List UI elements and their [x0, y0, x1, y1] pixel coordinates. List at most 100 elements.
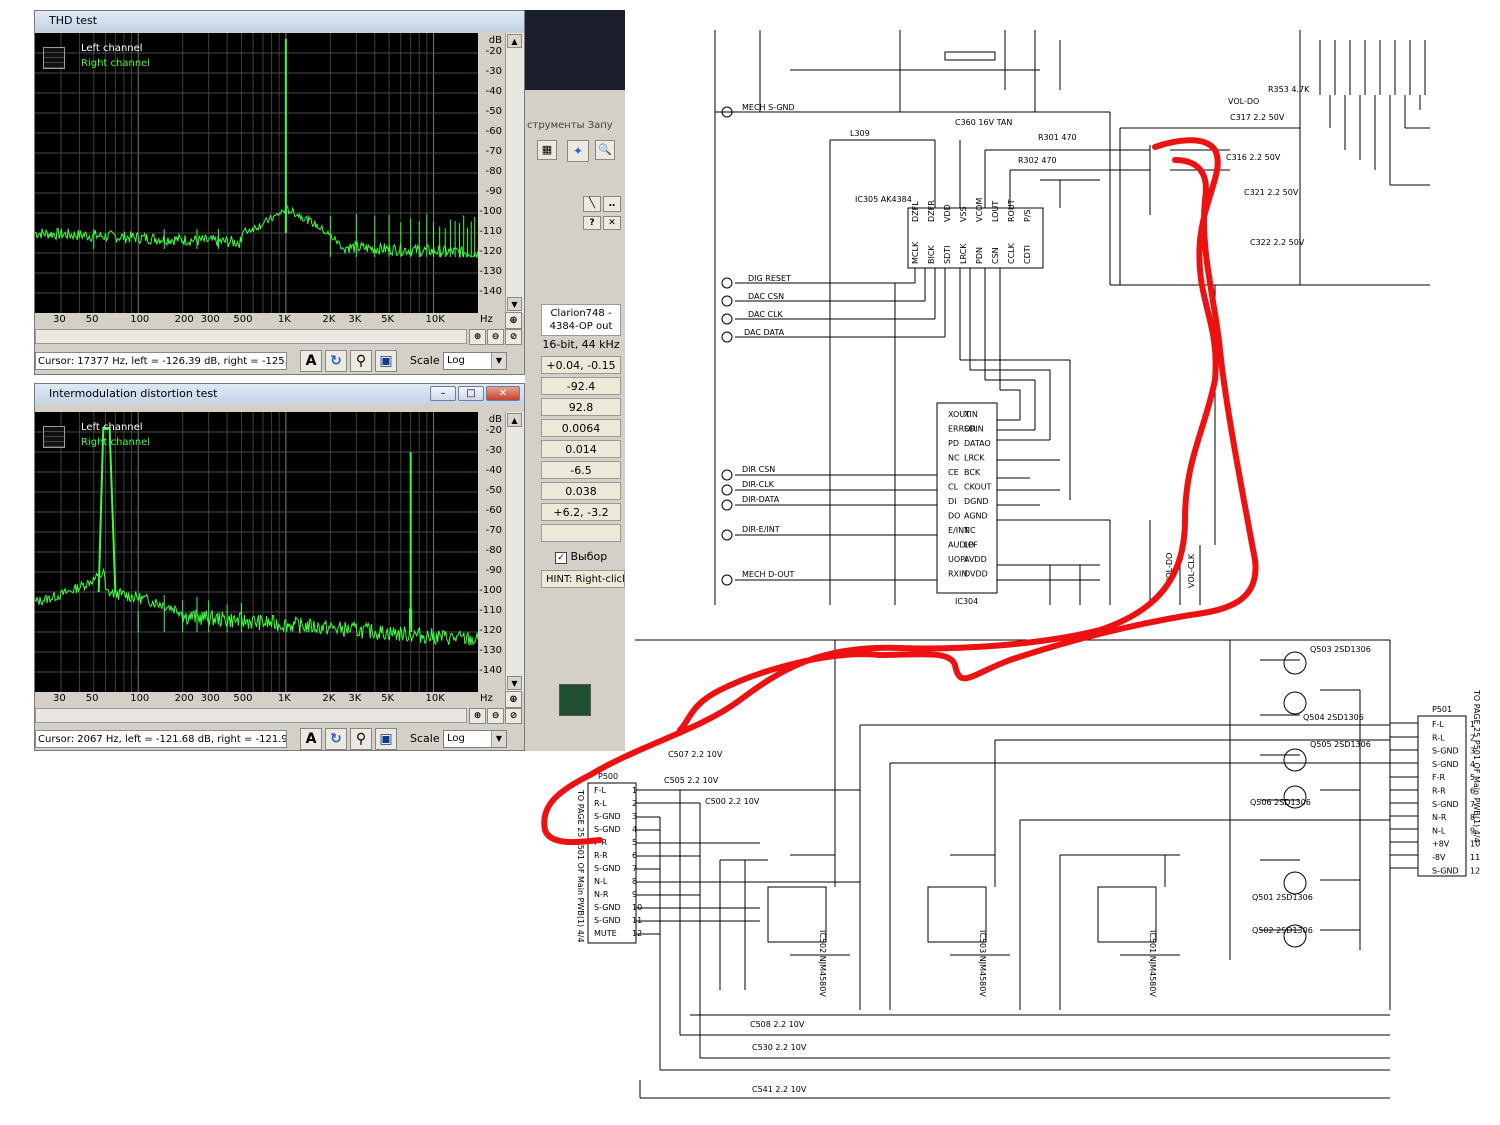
probe-icon[interactable]: ⚲ [350, 728, 372, 750]
zoom-reset-icon[interactable]: ⊘ [505, 708, 522, 724]
zoom-reset-icon[interactable]: ⊘ [505, 329, 522, 345]
label-c507: C507 2.2 10V [668, 750, 723, 759]
zoom-in-icon[interactable]: ⊕ [505, 312, 522, 329]
label-r353: R353 4.7K [1268, 85, 1310, 94]
p500-pin-number: 3 [632, 812, 637, 821]
help-icon[interactable]: ? [583, 216, 601, 230]
spectrum-icon[interactable] [559, 684, 591, 716]
thd-y-tick-label: -110 [479, 226, 502, 237]
thd-title-bar[interactable]: THD test [35, 11, 524, 31]
ic305-pin-label: VCOM [975, 198, 984, 222]
ic305-pin-label: VDD [943, 204, 952, 222]
zoom-in-x-icon[interactable]: ⊕ [469, 329, 486, 345]
imd-window-controls: – □ ✕ [430, 386, 520, 401]
p500-pin-label: S-GND [594, 864, 621, 873]
font-icon[interactable]: A [300, 350, 322, 372]
imd-x-tick-label: 100 [130, 693, 150, 704]
zoom-out-x-icon[interactable]: ⊖ [487, 708, 504, 724]
refresh-icon[interactable]: ↻ [325, 728, 347, 750]
ic304-pin-label: CL [948, 483, 959, 492]
save-icon[interactable]: ▣ [375, 350, 397, 372]
toolbar-menu-fragment[interactable]: струменты Запу [527, 120, 625, 131]
thd-x-tick-label: 50 [85, 314, 99, 325]
zoom-out-x-icon[interactable]: ⊖ [487, 329, 504, 345]
imd-y-tick-label: -60 [485, 505, 502, 516]
label-dir-csn: DIR CSN [742, 465, 775, 474]
zoom-in-icon[interactable]: ⊕ [505, 691, 522, 708]
chevron-down-icon[interactable]: ▼ [491, 731, 506, 747]
more-icon[interactable]: ‥ [603, 196, 621, 212]
checkbox-icon[interactable]: ✓ [555, 552, 567, 564]
label-r302: R302 470 [1018, 156, 1057, 165]
ic304-pin-labels: XOUTERRORPDNCCECLDIDOE/INTAUDIOUOPIRXINX… [948, 410, 992, 579]
label-p501: P501 [1432, 705, 1452, 714]
ic305-pin-label: P/S [1023, 209, 1032, 222]
refresh-icon[interactable]: ↻ [325, 350, 347, 372]
label-vol-do: VOL-DO [1228, 97, 1259, 106]
ic305-pin-label: PDN [975, 247, 984, 264]
p500-pin-number: 10 [632, 903, 642, 912]
imd-x-unit: Hz [480, 693, 493, 704]
thd-x-tick-label: 30 [53, 314, 66, 325]
grid-view-icon[interactable]: ▦ [537, 140, 557, 160]
label-p500: P500 [598, 772, 618, 781]
p501-pin-label: R-L [1432, 733, 1445, 742]
thd-y-unit: dB [488, 35, 502, 46]
ic305-pin-label: LRCK [959, 243, 968, 264]
imd-plot-area[interactable]: Left channel Right channel [35, 412, 478, 692]
imd-cursor-readout: Cursor: 2067 Hz, left = -121.68 dB, righ… [35, 730, 287, 748]
grid-toggle-icon[interactable] [43, 426, 65, 448]
line-tool-icon[interactable]: ╲ [583, 196, 601, 212]
label-ic503: IC503 NJM4580V [978, 930, 987, 997]
thd-x-tick-label: 100 [130, 314, 150, 325]
thd-legend-left: Left channel [81, 43, 143, 54]
chevron-down-icon[interactable]: ▼ [491, 353, 506, 369]
imd-y-tick-label: -140 [479, 665, 502, 676]
label-dac-clk: DAC CLK [748, 310, 784, 319]
probe-icon[interactable]: ⚲ [350, 350, 372, 372]
ic304-pin-label: DO [948, 512, 960, 521]
imd-x-tick-label: 300 [200, 693, 220, 704]
zoom-in-x-icon[interactable]: ⊕ [469, 708, 486, 724]
imd-low-tone-peak [97, 427, 117, 593]
close-small-icon[interactable]: ✕ [603, 216, 621, 230]
thd-vertical-scrollbar[interactable]: ▲ ▼ [505, 33, 524, 313]
zoom-icon[interactable]: 🔍 [595, 140, 615, 160]
label-c317: C317 2.2 50V [1230, 113, 1285, 122]
thd-window-title: THD test [49, 14, 98, 27]
scroll-up-icon[interactable]: ▲ [507, 413, 522, 427]
ic304-pin-label: NC [964, 526, 976, 535]
label-c530: C530 2.2 10V [752, 1043, 807, 1052]
imd-scale-select[interactable]: Log ▼ [443, 730, 507, 748]
font-icon[interactable]: A [300, 728, 322, 750]
save-icon[interactable]: ▣ [375, 728, 397, 750]
scroll-down-icon[interactable]: ▼ [507, 297, 522, 311]
thd-y-tick-label: -40 [485, 86, 502, 97]
thd-grid [35, 33, 478, 313]
thd-scale-label: Scale [410, 354, 440, 367]
minimize-icon[interactable]: – [430, 386, 456, 401]
imd-vertical-scrollbar[interactable]: ▲ ▼ [505, 412, 524, 692]
scroll-down-icon[interactable]: ▼ [507, 676, 522, 690]
close-icon[interactable]: ✕ [486, 386, 520, 401]
checkbox-row[interactable]: ✓ Выбор [555, 550, 607, 564]
scroll-up-icon[interactable]: ▲ [507, 34, 522, 48]
label-dir-eint: DIR-E/INT [742, 525, 780, 534]
maximize-icon[interactable]: □ [458, 386, 484, 401]
imd-y-tick-label: -30 [485, 445, 502, 456]
imd-x-tick-label: 2K [322, 693, 336, 704]
thd-horizontal-scrollbar[interactable] [35, 329, 467, 344]
p500-pin-number: 4 [632, 825, 637, 834]
thd-scale-select[interactable]: Log ▼ [443, 352, 507, 370]
imd-y-tick-label: -120 [479, 625, 502, 636]
imd-y-tick-label: -40 [485, 465, 502, 476]
imd-y-axis-labels: dB -20 -30 -40 -50 -60 -70 -80 -90 -100 -110 -120 -… [478, 412, 506, 692]
thd-plot-area[interactable]: Left channel Right channel [35, 33, 478, 313]
grid-toggle-icon[interactable] [43, 47, 65, 69]
imd-scale-value: Log [447, 733, 465, 744]
thd-y-tick-label: -30 [485, 66, 502, 77]
star-icon[interactable]: ✦ [567, 140, 589, 162]
imd-horizontal-scrollbar[interactable] [35, 708, 467, 723]
imd-x-tick-label: 30 [53, 693, 66, 704]
p500-pin-number: 5 [632, 838, 637, 847]
